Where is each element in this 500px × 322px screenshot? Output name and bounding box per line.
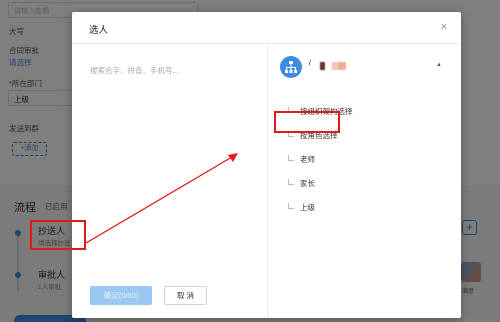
select-people-dialog: 选人 × 确定(0/50) 取 消 / — [72, 12, 461, 318]
close-icon[interactable]: × — [441, 21, 447, 33]
org-pane: / ▲ 按组织架构选择 按角色选择 老师 家长 上级 — [268, 44, 461, 318]
dialog-header: 选人 × — [72, 12, 461, 44]
org-structure-icon — [280, 56, 302, 78]
search-pane: 确定(0/50) 取 消 — [72, 44, 268, 318]
chevron-up-icon[interactable]: ▲ — [436, 62, 442, 68]
cancel-button[interactable]: 取 消 — [164, 286, 207, 305]
search-input[interactable] — [90, 66, 250, 75]
org-name-redacted — [320, 62, 346, 70]
tree-corner-icon — [288, 203, 294, 209]
option-superior[interactable]: 上级 — [288, 202, 315, 213]
tree-corner-icon — [288, 179, 294, 185]
option-teacher[interactable]: 老师 — [288, 154, 315, 165]
org-name: / — [309, 60, 311, 67]
dialog-title: 选人 — [89, 25, 109, 36]
option-parent[interactable]: 家长 — [288, 178, 315, 189]
tree-corner-icon — [288, 155, 294, 161]
highlight-cc-node — [30, 220, 86, 250]
option-label: 老师 — [300, 155, 315, 164]
option-label: 上级 — [300, 203, 315, 212]
confirm-button[interactable]: 确定(0/50) — [90, 286, 152, 305]
highlight-role-option — [274, 111, 340, 133]
option-label: 家长 — [300, 179, 315, 188]
org-header[interactable]: / ▲ — [280, 56, 448, 78]
